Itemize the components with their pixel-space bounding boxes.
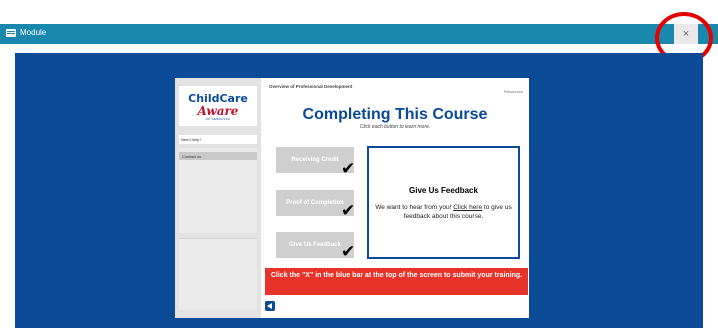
checkmark-icon: ✔	[341, 242, 356, 261]
breadcrumb: Overview of Professional Development	[269, 84, 353, 89]
logo-line-1: ChildCare	[188, 92, 248, 105]
course-content: Overview of Professional Development Res…	[261, 78, 529, 318]
course-sidebar: ChildCare Aware OF NEBRASKA Need help? C…	[175, 78, 261, 318]
contact-us-link[interactable]: Contact us	[179, 152, 257, 160]
resources-link[interactable]: Resources	[504, 89, 523, 94]
sidebar-lower-panel	[179, 238, 257, 310]
module-icon	[6, 28, 16, 37]
back-arrow-icon[interactable]	[265, 301, 275, 311]
childcare-aware-logo: ChildCare Aware OF NEBRASKA	[179, 86, 257, 126]
checkmark-icon: ✔	[341, 201, 356, 220]
page-title: Completing This Course	[302, 106, 488, 123]
need-help-label: Need help?	[179, 135, 257, 144]
feedback-info-panel: Give Us Feedback We want to hear from yo…	[367, 146, 520, 259]
logo-line-3: OF NEBRASKA	[205, 117, 231, 121]
panel-text-before: We want to hear from you!	[375, 204, 454, 211]
logo-line-2: Aware	[197, 104, 239, 118]
instruction-text: Click each button to learn more.	[359, 124, 431, 130]
submit-instruction-banner: Click the "X" in the blue bar at the top…	[265, 268, 528, 295]
panel-body: We want to hear from you! Click here to …	[373, 203, 514, 221]
checkmark-icon: ✔	[341, 159, 356, 178]
panel-heading: Give Us Feedback	[409, 186, 478, 195]
module-titlebar: Module	[0, 24, 718, 44]
feedback-link[interactable]: Click here	[453, 204, 482, 211]
course-frame: ChildCare Aware OF NEBRASKA Need help? C…	[175, 78, 529, 318]
sidebar-panel	[179, 148, 257, 233]
titlebar-title: Module	[20, 28, 47, 37]
titlebar-left: Module	[6, 28, 46, 37]
